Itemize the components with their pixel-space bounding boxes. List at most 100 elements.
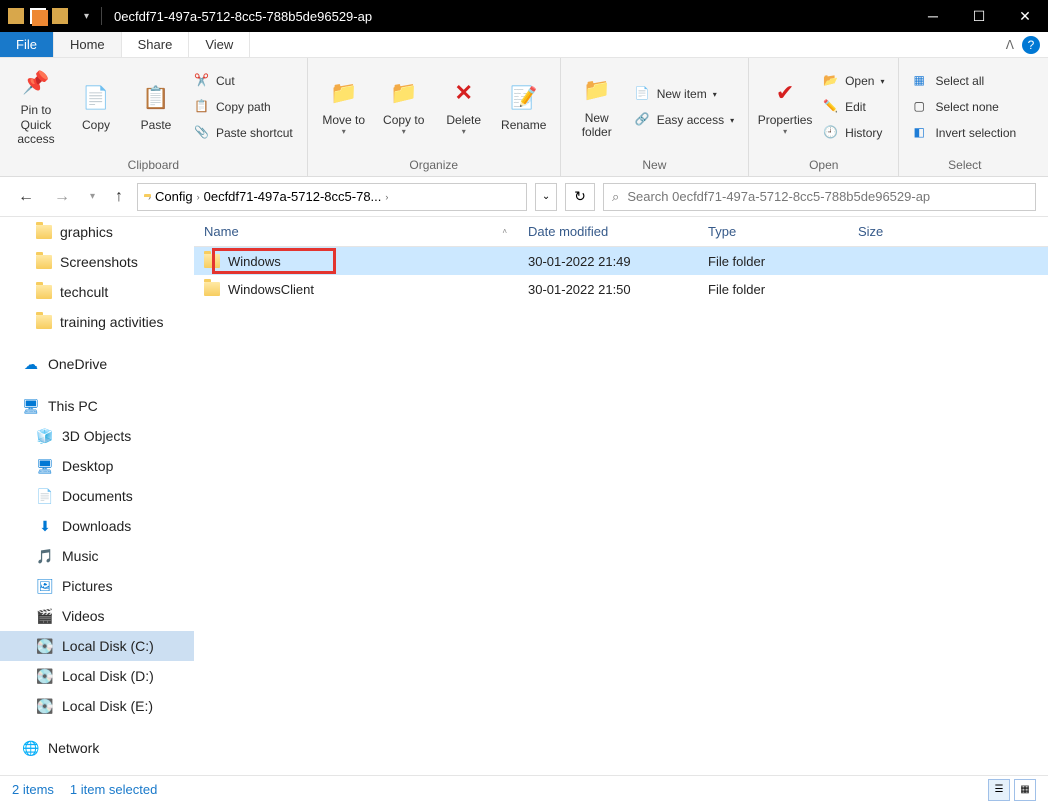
history-button[interactable]: 🕘History — [817, 121, 890, 145]
select-all-button[interactable]: ▦Select all — [907, 69, 1022, 93]
column-date[interactable]: Date modified — [518, 217, 698, 246]
tree-item-thispc[interactable]: 🖥This PC — [0, 391, 194, 421]
edit-button[interactable]: ✏️Edit — [817, 95, 890, 119]
column-name[interactable]: Name˄ — [194, 217, 518, 246]
ribbon: 📌 Pin to Quick access 📄 Copy 📋 Paste ✂️C… — [0, 58, 1048, 177]
file-list: Name˄ Date modified Type Size Windows 30… — [194, 217, 1048, 775]
ribbon-group-clipboard: 📌 Pin to Quick access 📄 Copy 📋 Paste ✂️C… — [0, 58, 308, 176]
move-to-button[interactable]: 📁 Move to▾ — [316, 67, 372, 147]
copy-icon: 📄 — [80, 82, 112, 114]
column-size[interactable]: Size — [848, 217, 948, 246]
pin-quick-access-button[interactable]: 📌 Pin to Quick access — [8, 67, 64, 147]
invert-selection-button[interactable]: ◧Invert selection — [907, 121, 1022, 145]
cut-button[interactable]: ✂️Cut — [188, 69, 299, 93]
properties-button[interactable]: ✔ Properties▾ — [757, 67, 813, 147]
edit-icon: ✏️ — [823, 99, 839, 115]
titlebar-icon-3[interactable] — [52, 8, 68, 24]
tree-item-diskd[interactable]: 💽Local Disk (D:) — [0, 661, 194, 691]
status-bar: 2 items 1 item selected ☰ ▦ — [0, 775, 1048, 803]
new-item-button[interactable]: 📄New item▾ — [629, 82, 740, 106]
tree-item-diskc[interactable]: 💽Local Disk (C:) — [0, 631, 194, 661]
nav-tree[interactable]: graphics Screenshots techcult training a… — [0, 217, 194, 775]
tree-item-desktop[interactable]: 🖥Desktop — [0, 451, 194, 481]
file-row-windows[interactable]: Windows 30-01-2022 21:49 File folder — [194, 247, 1048, 275]
tab-home[interactable]: Home — [54, 32, 122, 57]
tree-item-training[interactable]: training activities — [0, 307, 194, 337]
search-input[interactable]: ⌕ Search 0ecfdf71-497a-5712-8cc5-788b5de… — [603, 183, 1036, 211]
tab-view[interactable]: View — [189, 32, 250, 57]
desktop-icon: 🖥 — [36, 457, 54, 475]
copy-button[interactable]: 📄 Copy — [68, 67, 124, 147]
recent-dropdown[interactable]: ▾ — [84, 187, 101, 206]
history-icon: 🕘 — [823, 125, 839, 141]
paste-shortcut-button[interactable]: 📎Paste shortcut — [188, 121, 299, 145]
tree-item-pictures[interactable]: 🖼Pictures — [0, 571, 194, 601]
tree-item-downloads[interactable]: ⬇Downloads — [0, 511, 194, 541]
folder-icon — [36, 255, 52, 269]
app-icon — [8, 8, 24, 24]
newitem-icon: 📄 — [635, 86, 651, 102]
ribbon-tabs: File Home Share View ᐱ ? — [0, 32, 1048, 58]
tree-item-videos[interactable]: 🎬Videos — [0, 601, 194, 631]
refresh-button[interactable]: ↻ — [565, 183, 595, 211]
titlebar-icon-2[interactable] — [30, 8, 46, 24]
open-button[interactable]: 📂Open▾ — [817, 69, 890, 93]
disk-icon: 💽 — [36, 667, 54, 685]
tab-share[interactable]: Share — [122, 32, 190, 57]
delete-button[interactable]: ✕ Delete▾ — [436, 67, 492, 147]
3d-icon: 🧊 — [36, 427, 54, 445]
clipboard-label: Clipboard — [0, 156, 307, 176]
tree-item-diske[interactable]: 💽Local Disk (E:) — [0, 691, 194, 721]
main-area: graphics Screenshots techcult training a… — [0, 217, 1048, 775]
new-folder-button[interactable]: 📁 New folder — [569, 67, 625, 147]
back-button[interactable]: ← — [12, 184, 40, 210]
tab-file[interactable]: File — [0, 32, 54, 57]
close-button[interactable]: ✕ — [1002, 0, 1048, 32]
ribbon-group-select: ▦Select all ▢Select none ◧Invert selecti… — [899, 58, 1030, 176]
selectall-icon: ▦ — [913, 73, 929, 89]
breadcrumb-seg-current[interactable]: 0ecfdf71-497a-5712-8cc5-78...› — [204, 189, 389, 204]
tree-item-documents[interactable]: 📄Documents — [0, 481, 194, 511]
copy-path-button[interactable]: 📋Copy path — [188, 95, 299, 119]
details-view-button[interactable]: ☰ — [988, 779, 1010, 801]
open-label: Open — [749, 156, 898, 176]
music-icon: 🎵 — [36, 547, 54, 565]
ribbon-group-open: ✔ Properties▾ 📂Open▾ ✏️Edit 🕘History Ope… — [749, 58, 899, 176]
breadcrumb[interactable]: › Config› 0ecfdf71-497a-5712-8cc5-78...› — [137, 183, 527, 211]
collapse-ribbon-icon[interactable]: ᐱ — [1006, 38, 1014, 52]
invert-icon: ◧ — [913, 125, 929, 141]
tree-item-onedrive[interactable]: ☁OneDrive — [0, 349, 194, 379]
videos-icon: 🎬 — [36, 607, 54, 625]
tree-item-3dobjects[interactable]: 🧊3D Objects — [0, 421, 194, 451]
titlebar: ▾ 0ecfdf71-497a-5712-8cc5-788b5de96529-a… — [0, 0, 1048, 32]
copy-to-button[interactable]: 📁 Copy to▾ — [376, 67, 432, 147]
documents-icon: 📄 — [36, 487, 54, 505]
file-rows: Windows 30-01-2022 21:49 File folder Win… — [194, 247, 1048, 775]
select-none-button[interactable]: ▢Select none — [907, 95, 1022, 119]
tree-item-techcult[interactable]: techcult — [0, 277, 194, 307]
open-icon: 📂 — [823, 73, 839, 89]
tree-item-network[interactable]: 🌐Network — [0, 733, 194, 763]
rename-button[interactable]: 📝 Rename — [496, 67, 552, 147]
up-button[interactable]: ↑ — [109, 184, 129, 210]
breadcrumb-seg-config[interactable]: Config› — [155, 189, 200, 204]
maximize-button[interactable]: ☐ — [956, 0, 1002, 32]
file-row-windowsclient[interactable]: WindowsClient 30-01-2022 21:50 File fold… — [194, 275, 1048, 303]
address-history-dropdown[interactable]: ⌄ — [535, 183, 557, 211]
folder-icon — [36, 285, 52, 299]
tree-item-music[interactable]: 🎵Music — [0, 541, 194, 571]
search-placeholder: Search 0ecfdf71-497a-5712-8cc5-788b5de96… — [627, 189, 930, 204]
tree-item-graphics[interactable]: graphics — [0, 217, 194, 247]
easy-access-button[interactable]: 🔗Easy access▾ — [629, 108, 740, 132]
minimize-button[interactable]: ─ — [910, 0, 956, 32]
column-type[interactable]: Type — [698, 217, 848, 246]
icons-view-button[interactable]: ▦ — [1014, 779, 1036, 801]
network-icon: 🌐 — [22, 739, 40, 757]
qat-dropdown[interactable]: ▾ — [76, 11, 97, 22]
forward-button[interactable]: → — [48, 184, 76, 210]
ribbon-group-organize: 📁 Move to▾ 📁 Copy to▾ ✕ Delete▾ 📝 Rename… — [308, 58, 561, 176]
paste-button[interactable]: 📋 Paste — [128, 67, 184, 147]
help-icon[interactable]: ? — [1022, 36, 1040, 54]
tree-item-screenshots[interactable]: Screenshots — [0, 247, 194, 277]
pictures-icon: 🖼 — [36, 577, 54, 595]
